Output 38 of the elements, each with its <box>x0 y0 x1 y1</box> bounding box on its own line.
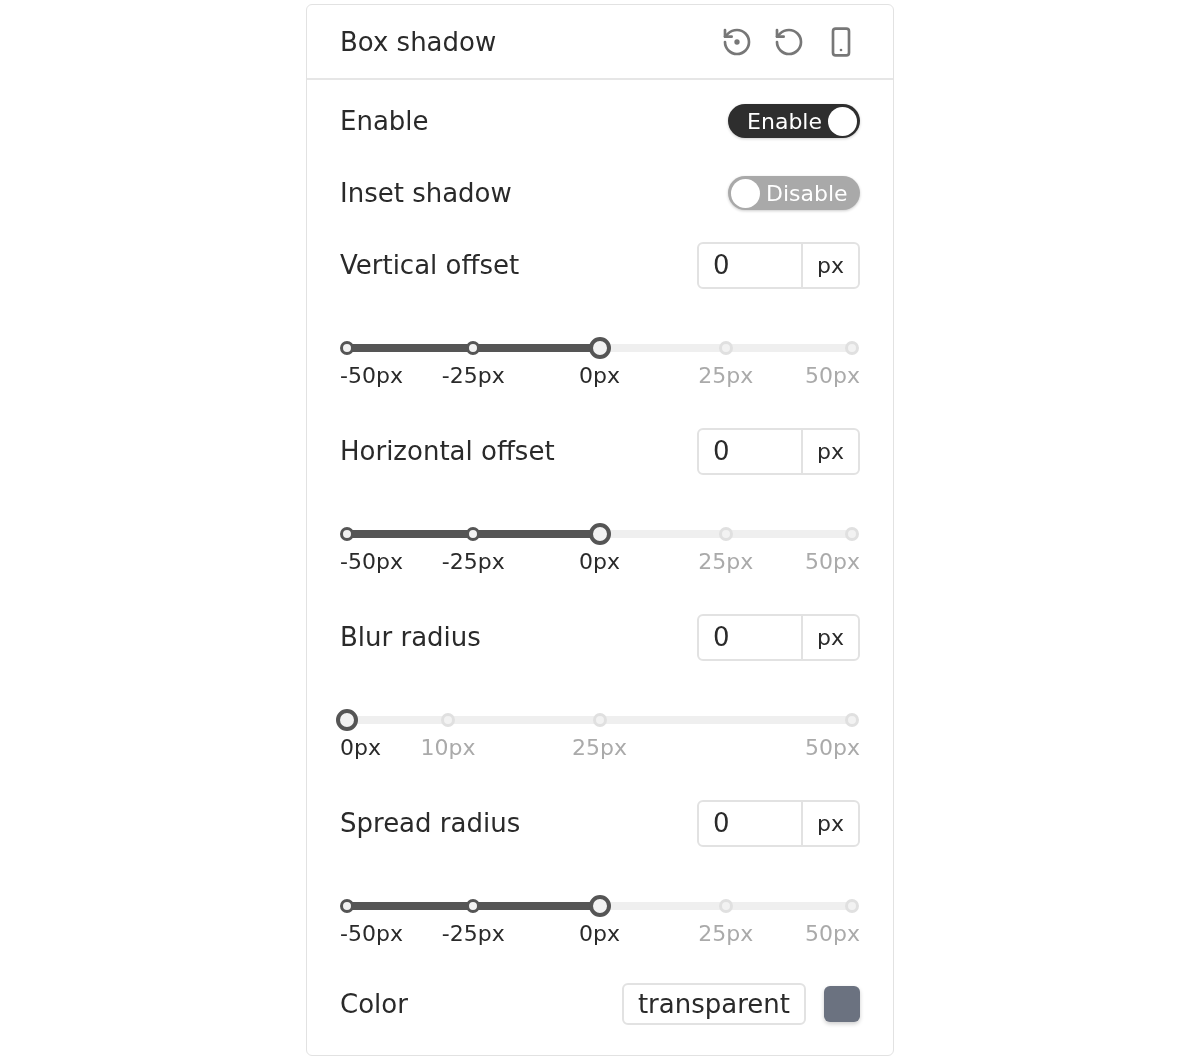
slider-label: 25px <box>698 921 754 946</box>
slider-label: 50px <box>805 549 860 574</box>
slider-label: -25px <box>441 363 505 388</box>
setting-label: Enable <box>340 106 429 136</box>
slider-label: 25px <box>698 549 754 574</box>
setting-label: Blur radius <box>340 622 481 652</box>
slider-label: 0px <box>579 921 620 946</box>
slider-label: 0px <box>579 363 620 388</box>
panel-title: Box shadow <box>340 26 497 57</box>
slider-label: -25px <box>441 921 505 946</box>
slider-thumb[interactable] <box>588 895 611 917</box>
number-field[interactable]: 0 px <box>697 427 860 475</box>
color-value-field[interactable]: transparent <box>621 983 806 1025</box>
slider-label: 50px <box>805 735 860 760</box>
slider-label: 10px <box>420 735 476 760</box>
setting-label: Vertical offset <box>340 250 520 280</box>
slider-label: -50px <box>340 549 403 574</box>
slider-label: 25px <box>698 363 754 388</box>
slider-label: 25px <box>572 735 627 760</box>
slider-thumb[interactable] <box>336 709 358 731</box>
setting-label: Inset shadow <box>340 178 512 208</box>
slider-label: 0px <box>579 549 620 574</box>
number-field[interactable]: 0 px <box>697 241 860 289</box>
slider-thumb[interactable] <box>588 337 611 359</box>
slider-label: 0px <box>340 735 381 760</box>
setting-label: Color <box>340 989 408 1019</box>
number-field[interactable]: 0 px <box>697 799 860 847</box>
slider-thumb[interactable] <box>588 523 611 545</box>
setting-label: Horizontal offset <box>340 436 555 466</box>
setting-label: Spread radius <box>340 808 521 838</box>
slider-label: -50px <box>340 921 403 946</box>
toggle-switch[interactable]: Enable <box>728 104 860 138</box>
slider-label: -50px <box>340 363 403 388</box>
slider-label: -25px <box>441 549 505 574</box>
number-field[interactable]: 0 px <box>697 613 860 661</box>
slider-label: 50px <box>805 921 860 946</box>
slider-label: 50px <box>805 363 860 388</box>
color-swatch[interactable] <box>824 986 860 1022</box>
